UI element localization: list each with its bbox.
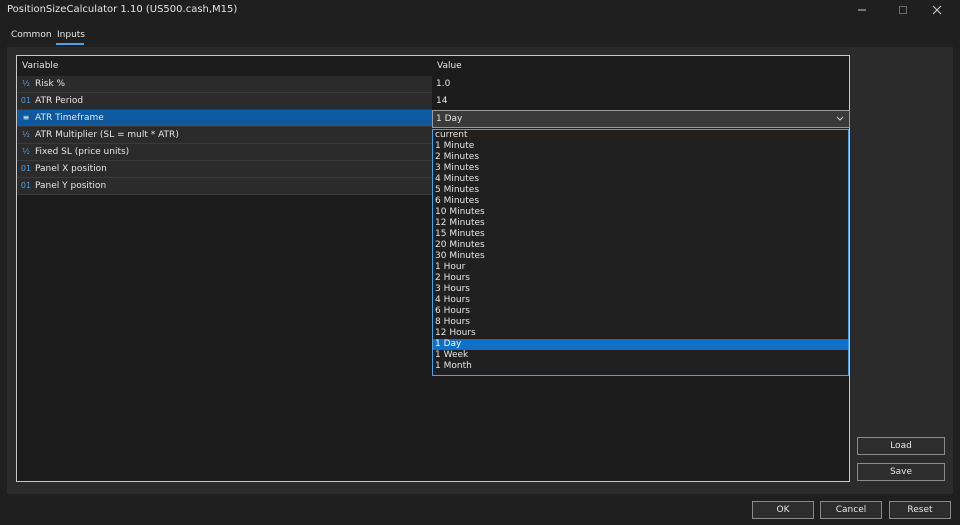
row-label: Fixed SL (price units) [35,147,130,157]
dropdown-option[interactable]: 5 Minutes [433,185,848,196]
load-button[interactable]: Load [857,437,945,455]
fraction-icon: ½ [22,147,30,156]
ok-button[interactable]: OK [752,501,814,519]
row-value[interactable]: 1.0 [436,79,450,89]
save-button[interactable]: Save [857,463,945,481]
maximize-icon [899,6,907,14]
fraction-icon: ½ [22,130,30,139]
close-button[interactable] [920,0,954,20]
dropdown-option[interactable]: current [433,130,848,141]
minimize-icon [858,9,866,11]
maximize-button[interactable] [886,0,920,20]
close-icon [932,5,942,15]
dropdown-option[interactable]: 2 Minutes [433,152,848,163]
dropdown-option[interactable]: 1 Month [433,361,848,372]
dropdown-option[interactable]: 20 Minutes [433,240,848,251]
fraction-icon: ½ [22,79,30,88]
row-label: ATR Multiplier (SL = mult * ATR) [35,130,179,140]
title-bar: PositionSizeCalculator 1.10 (US500.cash,… [0,0,960,20]
dropdown-option[interactable]: 2 Hours [433,273,848,284]
tab-common[interactable]: Common [11,30,52,40]
enum-icon: ≡ [22,113,30,122]
timeframe-dropdown-list[interactable]: current 1 Minute 2 Minutes 3 Minutes 4 M… [432,129,849,376]
cancel-button[interactable]: Cancel [820,501,882,519]
row-value[interactable]: 14 [436,96,447,106]
dropdown-option[interactable]: 10 Minutes [433,207,848,218]
integer-icon: 01 [20,96,32,105]
chevron-down-icon [836,116,844,121]
dropdown-option[interactable]: 6 Minutes [433,196,848,207]
dropdown-option[interactable]: 6 Hours [433,306,848,317]
dropdown-option[interactable]: 3 Hours [433,284,848,295]
dropdown-option[interactable]: 3 Minutes [433,163,848,174]
row-label: Risk % [35,79,66,89]
integer-icon: 01 [20,164,32,173]
combobox-value: 1 Day [436,114,463,124]
row-label: ATR Timeframe [35,113,104,123]
tab-strip: Common Inputs [0,28,960,46]
integer-icon: 01 [20,181,32,190]
grid-row-risk[interactable]: ½ Risk % 1.0 [17,76,849,93]
dropdown-option[interactable]: 8 Hours [433,317,848,328]
dropdown-option[interactable]: 1 Minute [433,141,848,152]
dropdown-option[interactable]: 30 Minutes [433,251,848,262]
grid-row-atr-period[interactable]: 01 ATR Period 14 [17,93,849,110]
dropdown-option[interactable]: 4 Minutes [433,174,848,185]
row-label: Panel X position [35,164,107,174]
column-header-variable: Variable [22,61,59,71]
atr-timeframe-combobox[interactable]: 1 Day [432,110,850,128]
row-label: Panel Y position [35,181,107,191]
active-tab-indicator [56,43,84,45]
dropdown-option-selected[interactable]: 1 Day [433,339,848,350]
dropdown-option[interactable]: 4 Hours [433,295,848,306]
dropdown-option[interactable]: 1 Hour [433,262,848,273]
minimize-button[interactable] [845,0,879,20]
window-title: PositionSizeCalculator 1.10 (US500.cash,… [7,4,238,15]
dropdown-option[interactable]: 15 Minutes [433,229,848,240]
dropdown-option[interactable]: 12 Minutes [433,218,848,229]
column-header-value: Value [437,61,462,71]
dropdown-option[interactable]: 1 Week [433,350,848,361]
tab-inputs[interactable]: Inputs [57,30,85,40]
footer-bar [0,494,960,525]
row-label: ATR Period [35,96,84,106]
reset-button[interactable]: Reset [889,501,951,519]
dropdown-option[interactable]: 12 Hours [433,328,848,339]
